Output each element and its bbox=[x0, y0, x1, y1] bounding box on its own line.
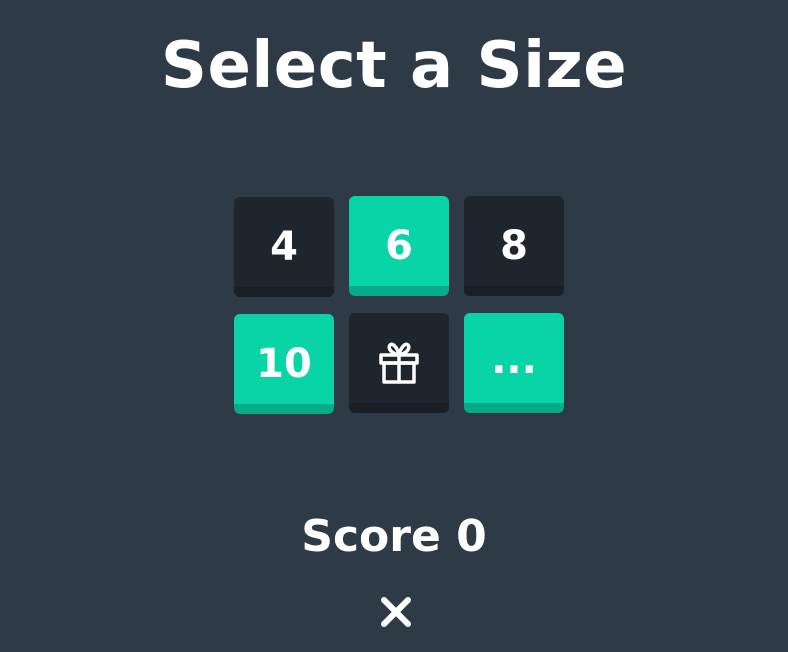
gift-button[interactable] bbox=[349, 313, 449, 413]
gift-icon bbox=[377, 341, 421, 385]
size-4-label: 4 bbox=[270, 224, 298, 270]
more-sizes-label: ... bbox=[491, 337, 537, 383]
score-label: Score 0 bbox=[301, 511, 487, 562]
page-title: Select a Size bbox=[160, 29, 628, 103]
size-10-label: 10 bbox=[256, 341, 312, 387]
more-sizes-button[interactable]: ... bbox=[464, 313, 564, 413]
size-8-button[interactable]: 8 bbox=[464, 196, 564, 296]
size-6-button[interactable]: 6 bbox=[349, 196, 449, 296]
size-6-label: 6 bbox=[385, 223, 413, 269]
size-10-button[interactable]: 10 bbox=[234, 314, 334, 414]
size-4-button[interactable]: 4 bbox=[234, 197, 334, 297]
close-icon bbox=[380, 596, 412, 628]
size-8-label: 8 bbox=[500, 223, 528, 269]
close-button[interactable] bbox=[374, 590, 418, 634]
